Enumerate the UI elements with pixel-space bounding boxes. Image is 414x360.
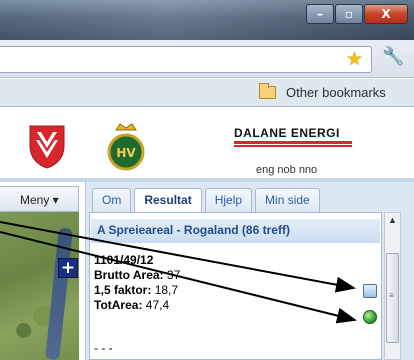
dalane-energi-logo: DALANE ENERGI	[234, 126, 352, 144]
result-id: 1101/49/12	[94, 253, 154, 267]
bookmarks-bar: Other bookmarks	[0, 79, 414, 107]
row-value: 18,7	[151, 283, 179, 297]
row-label: 1,5 faktor:	[94, 283, 152, 297]
row-label: Brutto Area:	[94, 268, 164, 282]
logo-row: HV DALANE ENERGI eng nob nno	[0, 108, 414, 178]
result-row: TotArea: 47,4	[94, 298, 180, 313]
scroll-grip-icon: ≡	[389, 291, 394, 300]
hv-emblem-icon: HV	[107, 123, 145, 171]
result-separator: - - -	[94, 341, 113, 355]
side-panel: Om Resultat Hjelp Min side A Spreieareal…	[85, 182, 414, 360]
rogaland-coat-of-arms-icon	[29, 125, 65, 169]
result-content: A Spreieareal - Rogaland (86 treff) 1101…	[89, 212, 382, 360]
map-menu-button[interactable]: Meny ▾	[0, 186, 79, 212]
logo-underline	[234, 145, 352, 147]
window-controls: – ▫ X	[305, 4, 408, 26]
tab-bar: Om Resultat Hjelp Min side	[92, 188, 323, 213]
address-bar[interactable]: ★	[0, 46, 372, 73]
result-row: 1,5 faktor: 18,7	[94, 283, 180, 298]
row-label: TotArea:	[94, 298, 143, 312]
row-value: 47,4	[142, 298, 170, 312]
tab-min-side[interactable]: Min side	[255, 188, 320, 212]
tab-om[interactable]: Om	[92, 188, 132, 212]
globe-icon[interactable]	[363, 310, 377, 324]
web-page: HV DALANE ENERGI eng nob nno Meny ▾ + Om…	[0, 108, 414, 360]
window-title-bar: – ▫ X	[0, 0, 414, 40]
wrench-menu-icon[interactable]: 🔧	[382, 46, 404, 67]
row-value: 37	[163, 268, 181, 282]
result-scrollbar[interactable]: ▲ ≡	[384, 212, 401, 360]
download-icon[interactable]	[363, 284, 377, 298]
other-bookmarks-link[interactable]: Other bookmarks	[286, 85, 386, 100]
result-row: Brutto Area: 37	[94, 268, 180, 283]
language-links[interactable]: eng nob nno	[256, 164, 317, 176]
tab-hjelp[interactable]: Hjelp	[204, 188, 253, 212]
scroll-up-arrow-icon[interactable]: ▲	[388, 215, 397, 225]
map-menu-label: Meny ▾	[20, 193, 59, 207]
maximize-button[interactable]: ▫	[335, 4, 363, 24]
result-header-title: A Spreieareal - Rogaland (86 treff)	[97, 223, 290, 237]
scroll-thumb[interactable]: ≡	[386, 253, 399, 343]
result-item: 1101/49/12 Brutto Area: 37 1,5 faktor: 1…	[94, 253, 180, 313]
folder-icon	[259, 83, 276, 99]
browser-toolbar: ★	[0, 40, 414, 78]
bookmark-star-icon[interactable]: ★	[346, 49, 363, 71]
minimize-button[interactable]: –	[306, 4, 334, 24]
close-button[interactable]: X	[364, 4, 408, 24]
map-zoom-in-button[interactable]: +	[58, 258, 78, 278]
hv-emblem-text: HV	[116, 146, 136, 160]
result-header[interactable]: A Spreieareal - Rogaland (86 treff)	[91, 219, 380, 243]
tab-resultat[interactable]: Resultat	[134, 188, 202, 213]
